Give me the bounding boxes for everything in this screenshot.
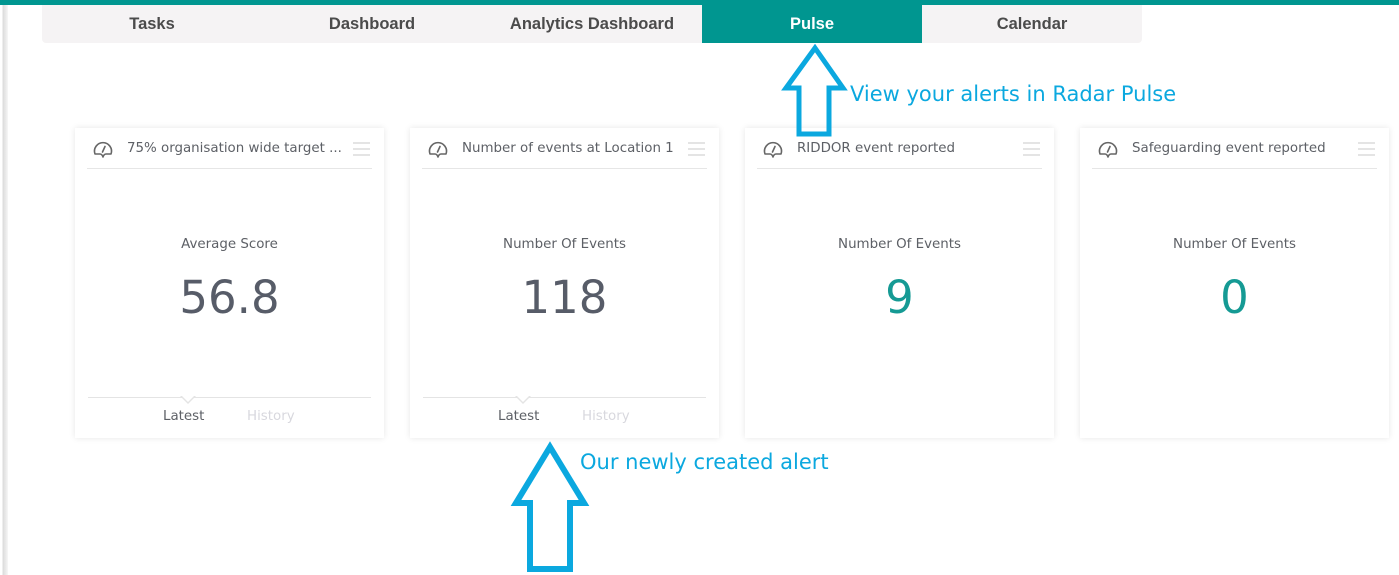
tab-pulse[interactable]: Pulse (702, 5, 922, 43)
card-header: Safeguarding event reported (1092, 128, 1377, 169)
history-tab[interactable]: History (582, 409, 630, 424)
left-scroll-edge (0, 5, 8, 575)
annotation-view-alerts: View your alerts in Radar Pulse (850, 82, 1177, 106)
hamburger-menu-icon[interactable] (353, 142, 370, 156)
card-title: Number of events at Location 1 (462, 141, 674, 156)
card-footer-divider (88, 395, 371, 404)
tab-tasks[interactable]: Tasks (42, 5, 262, 43)
active-tab-indicator (515, 395, 531, 404)
tab-analytics-dashboard[interactable]: Analytics Dashboard (482, 5, 702, 43)
pulse-card-location-events: Number of events at Location 1 Number Of… (410, 128, 719, 438)
up-arrow-annotation-icon (781, 44, 848, 137)
metric-label: Number Of Events (1173, 237, 1296, 252)
card-title: Safeguarding event reported (1132, 141, 1326, 156)
metric-label: Number Of Events (838, 237, 961, 252)
pulse-card-riddor: RIDDOR event reported Number Of Events 9 (745, 128, 1054, 438)
history-tab[interactable]: History (247, 409, 295, 424)
card-header: Number of events at Location 1 (422, 128, 707, 169)
gauge-icon (1098, 141, 1118, 158)
hamburger-menu-icon[interactable] (688, 142, 705, 156)
hamburger-menu-icon[interactable] (1358, 142, 1375, 156)
card-header: 75% organisation wide target ... (87, 128, 372, 169)
latest-tab[interactable]: Latest (498, 409, 539, 424)
active-tab-indicator (180, 395, 196, 404)
metric-label: Number Of Events (503, 237, 626, 252)
metric-value: 56.8 (179, 271, 280, 324)
pulse-card-organisation-target: 75% organisation wide target ... Average… (75, 128, 384, 438)
metric-value: 9 (885, 271, 914, 324)
gauge-icon (93, 141, 113, 158)
tab-calendar[interactable]: Calendar (922, 5, 1142, 43)
metric-value: 118 (521, 271, 608, 324)
tab-dashboard[interactable]: Dashboard (262, 5, 482, 43)
card-title: 75% organisation wide target ... (127, 141, 342, 156)
annotation-new-alert: Our newly created alert (580, 450, 829, 474)
main-tabs: Tasks Dashboard Analytics Dashboard Puls… (42, 5, 1142, 43)
gauge-icon (763, 141, 783, 158)
card-title: RIDDOR event reported (797, 141, 956, 156)
pulse-card-safeguarding: Safeguarding event reported Number Of Ev… (1080, 128, 1389, 438)
card-footer-divider (423, 395, 706, 404)
latest-tab[interactable]: Latest (163, 409, 204, 424)
metric-value: 0 (1220, 271, 1249, 324)
metric-label: Average Score (181, 237, 278, 252)
hamburger-menu-icon[interactable] (1023, 142, 1040, 156)
gauge-icon (428, 141, 448, 158)
